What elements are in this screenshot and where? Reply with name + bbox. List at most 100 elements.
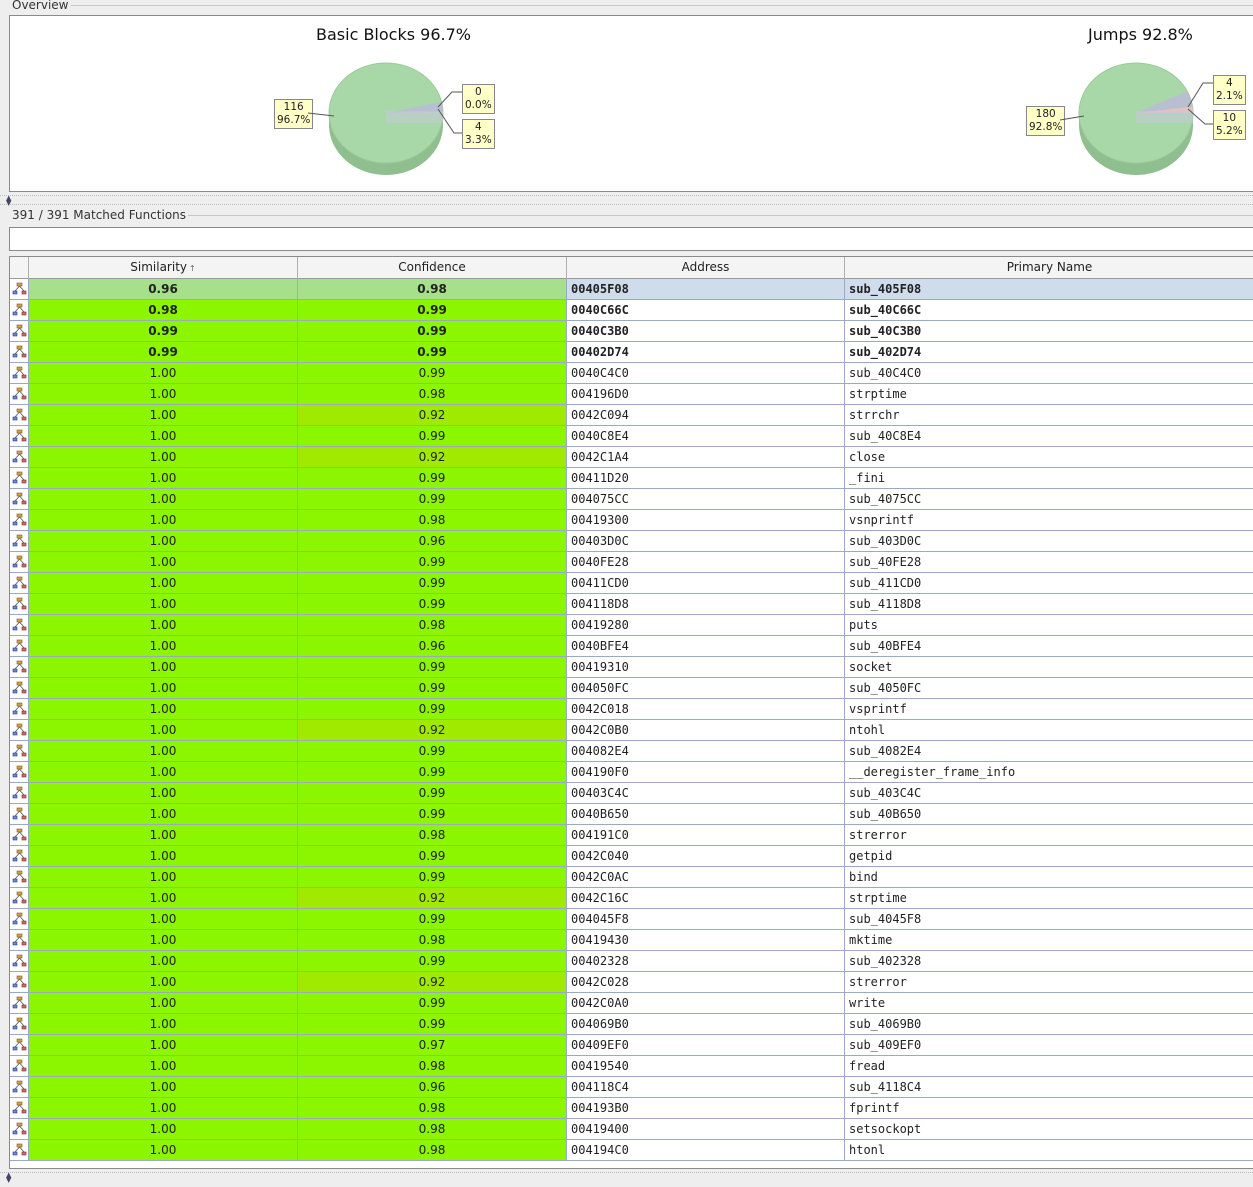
row-icon-cell[interactable]: [10, 909, 29, 929]
primary-name-cell[interactable]: mktime: [845, 930, 1253, 950]
similarity-cell[interactable]: 0.96: [29, 279, 298, 299]
address-column-header[interactable]: Address: [567, 257, 845, 279]
primary-name-cell[interactable]: sub_4069B0: [845, 1014, 1253, 1034]
splitter-arrows-icon[interactable]: ▲ ▼: [6, 1172, 11, 1184]
address-cell[interactable]: 0040BFE4: [567, 636, 845, 656]
row-icon-cell[interactable]: [10, 720, 29, 740]
table-row[interactable]: 1.00 0.96 004118C4 sub_4118C4: [10, 1077, 1253, 1098]
similarity-cell[interactable]: 1.00: [29, 678, 298, 698]
address-cell[interactable]: 0042C16C: [567, 888, 845, 908]
confidence-cell[interactable]: 0.98: [298, 1119, 567, 1139]
row-icon-cell[interactable]: [10, 1014, 29, 1034]
row-icon-cell[interactable]: [10, 279, 29, 299]
address-cell[interactable]: 0040C4C0: [567, 363, 845, 383]
row-icon-cell[interactable]: [10, 468, 29, 488]
address-cell[interactable]: 0042C094: [567, 405, 845, 425]
similarity-cell[interactable]: 1.00: [29, 510, 298, 530]
table-row[interactable]: 1.00 0.96 0040BFE4 sub_40BFE4: [10, 636, 1253, 657]
confidence-cell[interactable]: 0.99: [298, 1014, 567, 1034]
similarity-cell[interactable]: 1.00: [29, 405, 298, 425]
primary-name-cell[interactable]: sub_402328: [845, 951, 1253, 971]
confidence-cell[interactable]: 0.99: [298, 846, 567, 866]
confidence-cell[interactable]: 0.98: [298, 615, 567, 635]
confidence-cell[interactable]: 0.99: [298, 993, 567, 1013]
similarity-cell[interactable]: 0.98: [29, 300, 298, 320]
primary-name-cell[interactable]: __deregister_frame_info: [845, 762, 1253, 782]
address-cell[interactable]: 004075CC: [567, 489, 845, 509]
row-icon-cell[interactable]: [10, 489, 29, 509]
table-row[interactable]: 1.00 0.99 00411CD0 sub_411CD0: [10, 573, 1253, 594]
address-cell[interactable]: 0042C040: [567, 846, 845, 866]
table-row[interactable]: 1.00 0.96 00403D0C sub_403D0C: [10, 531, 1253, 552]
row-icon-cell[interactable]: [10, 825, 29, 845]
address-cell[interactable]: 0040C8E4: [567, 426, 845, 446]
address-cell[interactable]: 0042C018: [567, 699, 845, 719]
confidence-cell[interactable]: 0.92: [298, 447, 567, 467]
row-icon-cell[interactable]: [10, 573, 29, 593]
primary-name-cell[interactable]: puts: [845, 615, 1253, 635]
confidence-cell[interactable]: 0.98: [298, 1056, 567, 1076]
table-row[interactable]: 1.00 0.98 00419280 puts: [10, 615, 1253, 636]
primary-name-cell[interactable]: strrchr: [845, 405, 1253, 425]
row-icon-cell[interactable]: [10, 552, 29, 572]
confidence-cell[interactable]: 0.98: [298, 1140, 567, 1160]
row-icon-cell[interactable]: [10, 867, 29, 887]
primary-name-cell[interactable]: fprintf: [845, 1098, 1253, 1118]
primary-name-cell[interactable]: sub_40C3B0: [845, 321, 1253, 341]
table-row[interactable]: 1.00 0.99 0040B650 sub_40B650: [10, 804, 1253, 825]
table-row[interactable]: 1.00 0.99 004082E4 sub_4082E4: [10, 741, 1253, 762]
table-row[interactable]: 0.99 0.99 0040C3B0 sub_40C3B0: [10, 321, 1253, 342]
confidence-cell[interactable]: 0.99: [298, 783, 567, 803]
row-icon-cell[interactable]: [10, 951, 29, 971]
similarity-cell[interactable]: 1.00: [29, 762, 298, 782]
similarity-cell[interactable]: 1.00: [29, 909, 298, 929]
similarity-cell[interactable]: 1.00: [29, 636, 298, 656]
table-row[interactable]: 0.98 0.99 0040C66C sub_40C66C: [10, 300, 1253, 321]
address-cell[interactable]: 004082E4: [567, 741, 845, 761]
primary-name-cell[interactable]: sub_40BFE4: [845, 636, 1253, 656]
similarity-cell[interactable]: 0.99: [29, 321, 298, 341]
similarity-cell[interactable]: 1.00: [29, 699, 298, 719]
table-row[interactable]: 1.00 0.99 004045F8 sub_4045F8: [10, 909, 1253, 930]
address-cell[interactable]: 004194C0: [567, 1140, 845, 1160]
table-row[interactable]: 1.00 0.99 004075CC sub_4075CC: [10, 489, 1253, 510]
confidence-cell[interactable]: 0.99: [298, 657, 567, 677]
address-cell[interactable]: 004069B0: [567, 1014, 845, 1034]
address-cell[interactable]: 00419540: [567, 1056, 845, 1076]
similarity-cell[interactable]: 1.00: [29, 1140, 298, 1160]
row-icon-cell[interactable]: [10, 1035, 29, 1055]
similarity-cell[interactable]: 1.00: [29, 867, 298, 887]
address-cell[interactable]: 004190F0: [567, 762, 845, 782]
row-icon-cell[interactable]: [10, 363, 29, 383]
primary-name-cell[interactable]: sub_402D74: [845, 342, 1253, 362]
confidence-cell[interactable]: 0.99: [298, 762, 567, 782]
row-icon-cell[interactable]: [10, 510, 29, 530]
row-icon-cell[interactable]: [10, 321, 29, 341]
row-icon-cell[interactable]: [10, 594, 29, 614]
similarity-cell[interactable]: 1.00: [29, 552, 298, 572]
similarity-cell[interactable]: 1.00: [29, 993, 298, 1013]
address-cell[interactable]: 004045F8: [567, 909, 845, 929]
primary-name-cell[interactable]: sub_4045F8: [845, 909, 1253, 929]
confidence-cell[interactable]: 0.96: [298, 531, 567, 551]
table-row[interactable]: 1.00 0.98 00419540 fread: [10, 1056, 1253, 1077]
row-icon-cell[interactable]: [10, 993, 29, 1013]
similarity-cell[interactable]: 1.00: [29, 468, 298, 488]
table-row[interactable]: 1.00 0.92 0042C094 strrchr: [10, 405, 1253, 426]
table-row[interactable]: 1.00 0.99 004190F0 __deregister_frame_info: [10, 762, 1253, 783]
table-row[interactable]: 1.00 0.98 004196D0 strptime: [10, 384, 1253, 405]
address-cell[interactable]: 004196D0: [567, 384, 845, 404]
address-cell[interactable]: 0040C66C: [567, 300, 845, 320]
primary-name-cell[interactable]: write: [845, 993, 1253, 1013]
row-icon-cell[interactable]: [10, 384, 29, 404]
confidence-cell[interactable]: 0.99: [298, 552, 567, 572]
row-icon-cell[interactable]: [10, 678, 29, 698]
primary-name-cell[interactable]: sub_40C66C: [845, 300, 1253, 320]
table-row[interactable]: 1.00 0.97 00409EF0 sub_409EF0: [10, 1035, 1253, 1056]
primary-name-cell[interactable]: socket: [845, 657, 1253, 677]
table-row[interactable]: 1.00 0.99 0042C040 getpid: [10, 846, 1253, 867]
table-row[interactable]: 1.00 0.98 004191C0 strerror: [10, 825, 1253, 846]
address-cell[interactable]: 00402D74: [567, 342, 845, 362]
address-cell[interactable]: 00411CD0: [567, 573, 845, 593]
address-cell[interactable]: 0040FE28: [567, 552, 845, 572]
